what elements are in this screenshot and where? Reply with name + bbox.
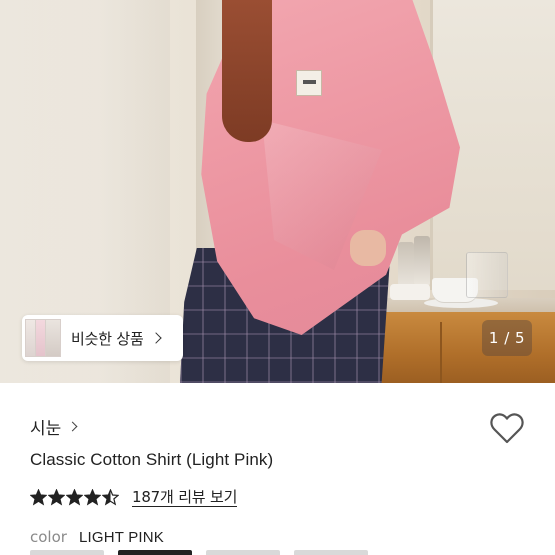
similar-products-thumbnails <box>25 318 61 358</box>
option-value: LIGHT PINK <box>78 529 165 546</box>
bottle <box>414 236 430 286</box>
rating-row: 187개 리뷰 보기 <box>30 486 237 508</box>
color-swatch-list <box>30 550 382 555</box>
bottle <box>398 242 414 286</box>
chevron-right-icon <box>67 421 78 432</box>
shirt-pocket-label <box>296 70 322 96</box>
product-image-gallery[interactable]: 비슷한 상품 1 / 5 <box>0 0 555 383</box>
star-icon <box>102 488 119 505</box>
star-icon <box>84 488 101 505</box>
model-hand <box>350 230 386 266</box>
star-icon <box>48 488 65 505</box>
selected-option: color LIGHT PINK <box>30 528 164 546</box>
color-swatch[interactable] <box>30 550 104 555</box>
color-swatch-selected[interactable] <box>118 550 192 555</box>
product-title: Classic Cotton Shirt (Light Pink) <box>30 450 274 469</box>
reviews-link[interactable]: 187개 리뷰 보기 <box>132 488 237 507</box>
similar-products-button[interactable]: 비슷한 상품 <box>22 315 183 361</box>
color-swatch[interactable] <box>206 550 280 555</box>
option-label: color <box>30 528 67 546</box>
color-swatch[interactable] <box>294 550 368 555</box>
tissue <box>390 284 430 300</box>
heart-icon[interactable] <box>488 410 526 446</box>
star-icon <box>66 488 83 505</box>
star-icon <box>30 488 47 505</box>
chevron-right-icon <box>149 332 162 344</box>
similar-products-label: 비슷한 상품 <box>71 329 144 348</box>
rating-stars <box>30 488 120 506</box>
thumbnail <box>45 319 61 357</box>
cabinet-seam <box>440 322 442 383</box>
image-page-counter: 1 / 5 <box>482 320 532 356</box>
glass-jar <box>466 252 508 298</box>
model-hair <box>222 0 272 142</box>
brand-link[interactable]: 시눈 <box>30 414 78 439</box>
brand-name: 시눈 <box>30 419 62 439</box>
